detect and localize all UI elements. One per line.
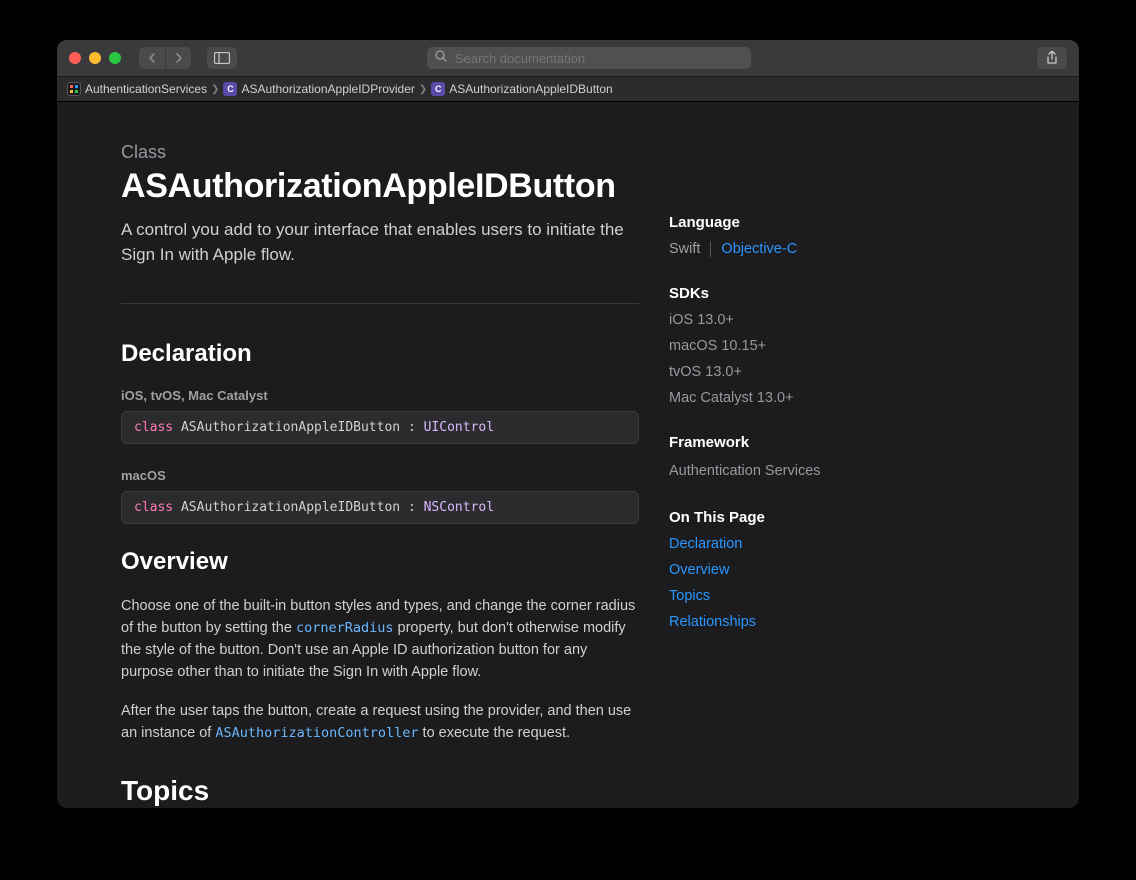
otp-link-overview[interactable]: Overview	[669, 562, 1015, 578]
code-block: class ASAuthorizationAppleIDButton : NSC…	[121, 491, 639, 524]
colon: :	[400, 420, 423, 435]
minimize-button[interactable]	[89, 52, 101, 64]
framework-label: Framework	[669, 434, 1015, 451]
platform-label: iOS, tvOS, Mac Catalyst	[121, 388, 639, 403]
otp-link-declaration[interactable]: Declaration	[669, 536, 1015, 552]
class-icon: C	[431, 82, 445, 96]
chevron-right-icon: ❯	[211, 84, 219, 95]
sdks-label: SDKs	[669, 285, 1015, 302]
chevron-right-icon: ❯	[419, 84, 427, 95]
class-icon: C	[223, 82, 237, 96]
sdk-item: macOS 10.15+	[669, 338, 1015, 354]
overview-heading: Overview	[121, 548, 639, 576]
main-column: Class ASAuthorizationAppleIDButton A con…	[121, 142, 639, 807]
breadcrumb-label: AuthenticationServices	[85, 82, 207, 96]
on-this-page-list: Declaration Overview Topics Relationship…	[669, 536, 1015, 630]
side-column: Language Swift Objective-C SDKs iOS 13.0…	[669, 142, 1015, 807]
declaration-heading: Declaration	[121, 340, 639, 368]
maximize-button[interactable]	[109, 52, 121, 64]
divider	[121, 303, 639, 304]
language-label: Language	[669, 214, 1015, 231]
colon: :	[400, 500, 423, 515]
traffic-lights	[69, 52, 121, 64]
breadcrumb-item-authentication-services[interactable]: AuthenticationServices	[67, 82, 207, 96]
otp-link-relationships[interactable]: Relationships	[669, 614, 1015, 630]
language-swift: Swift	[669, 241, 700, 257]
keyword: class	[134, 500, 173, 515]
topics-heading: Topics	[121, 775, 639, 807]
code-link-cornerradius[interactable]: cornerRadius	[296, 620, 394, 636]
class-name: ASAuthorizationAppleIDButton	[181, 420, 400, 435]
separator	[710, 241, 711, 257]
close-button[interactable]	[69, 52, 81, 64]
sdk-list: iOS 13.0+ macOS 10.15+ tvOS 13.0+ Mac Ca…	[669, 312, 1015, 406]
breadcrumb-item-button[interactable]: C ASAuthorizationAppleIDButton	[431, 82, 612, 96]
page-description: A control you add to your interface that…	[121, 218, 639, 267]
framework-icon	[67, 82, 81, 96]
documentation-window: AuthenticationServices ❯ C ASAuthorizati…	[57, 40, 1079, 808]
otp-link-topics[interactable]: Topics	[669, 588, 1015, 604]
overview-paragraph: After the user taps the button, create a…	[121, 701, 639, 745]
sidebar-toggle-button[interactable]	[207, 47, 237, 69]
overview-paragraph: Choose one of the built-in button styles…	[121, 596, 639, 683]
supertype-link[interactable]: NSControl	[424, 500, 494, 515]
forward-button[interactable]	[165, 47, 191, 69]
breadcrumb-item-provider[interactable]: C ASAuthorizationAppleIDProvider	[223, 82, 414, 96]
language-switcher: Swift Objective-C	[669, 241, 1015, 257]
page-title: ASAuthorizationAppleIDButton	[121, 167, 639, 206]
share-button[interactable]	[1037, 47, 1067, 69]
breadcrumb-label: ASAuthorizationAppleIDButton	[449, 82, 612, 96]
nav-arrows	[139, 47, 191, 69]
on-this-page-label: On This Page	[669, 509, 1015, 526]
keyword: class	[134, 420, 173, 435]
class-name: ASAuthorizationAppleIDButton	[181, 500, 400, 515]
breadcrumb-label: ASAuthorizationAppleIDProvider	[241, 82, 414, 96]
supertype-link[interactable]: UIControl	[424, 420, 494, 435]
code-link-asauthorizationcontroller[interactable]: ASAuthorizationController	[215, 725, 418, 741]
sdk-item: Mac Catalyst 13.0+	[669, 390, 1015, 406]
search-input[interactable]	[427, 47, 751, 69]
code-block: class ASAuthorizationAppleIDButton : UIC…	[121, 411, 639, 444]
eyebrow: Class	[121, 142, 639, 163]
breadcrumb-bar: AuthenticationServices ❯ C ASAuthorizati…	[57, 76, 1079, 102]
back-button[interactable]	[139, 47, 165, 69]
language-objc-link[interactable]: Objective-C	[721, 241, 797, 257]
titlebar	[57, 40, 1079, 76]
content-area[interactable]: Class ASAuthorizationAppleIDButton A con…	[57, 102, 1079, 808]
text: to execute the request.	[419, 725, 571, 741]
framework-name: Authentication Services	[669, 461, 1015, 481]
search-container	[427, 47, 751, 69]
sdk-item: iOS 13.0+	[669, 312, 1015, 328]
platform-label: macOS	[121, 468, 639, 483]
sdk-item: tvOS 13.0+	[669, 364, 1015, 380]
